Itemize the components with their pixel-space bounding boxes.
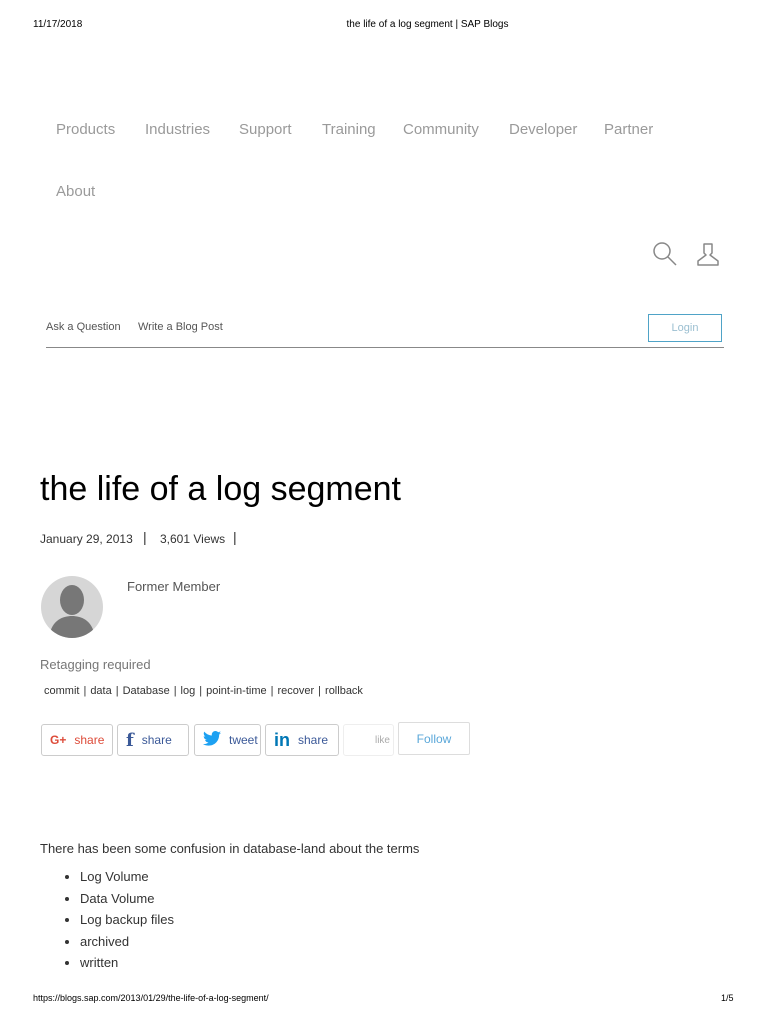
tag-link[interactable]: log [181,685,196,697]
twitter-icon [203,731,221,749]
divider [46,347,724,348]
nav-developer[interactable]: Developer [509,121,577,138]
nav-support[interactable]: Support [239,121,292,138]
tag-list: commit | data | Database | log | point-in-time | r… [44,685,363,697]
login-button[interactable]: Login [648,314,722,342]
nav-community[interactable]: Community [403,121,479,138]
linkedin-icon: in [274,729,290,750]
share-label: share [298,733,329,747]
linkedin-share-button[interactable]: in share [265,724,339,756]
print-title: the life of a log segment | SAP Blogs [346,19,509,30]
list-item: Log Volume [80,866,174,888]
tag-link[interactable]: recover [277,685,314,697]
search-icon[interactable] [651,240,679,268]
share-label: share [141,733,172,747]
tag-link[interactable]: Database [123,685,170,697]
follow-button[interactable]: Follow [398,722,470,755]
meta-separator: | [233,529,237,545]
google-plus-icon: G+ [50,733,67,747]
author-name[interactable]: Former Member [127,579,220,594]
nav-industries[interactable]: Industries [145,121,210,138]
view-count: 3,601 Views [160,532,226,546]
meta-separator: | [143,529,147,545]
user-icon[interactable] [694,240,722,268]
publish-date: January 29, 2013 [40,532,133,546]
write-blog-link[interactable]: Write a Blog Post [138,321,223,333]
like-button[interactable]: like [343,724,394,756]
page-number: 1/5 [721,993,734,1003]
nav-about[interactable]: About [56,183,95,200]
share-label: share [74,733,105,747]
list-item: archived [80,931,174,953]
like-label: like [374,734,390,746]
tweet-label: tweet [229,733,258,747]
tag-link[interactable]: data [90,685,111,697]
list-item: Log backup files [80,909,174,931]
list-item: Data Volume [80,888,174,910]
tag-link[interactable]: point-in-time [206,685,267,697]
print-url: https://blogs.sap.com/2013/01/29/the-lif… [33,993,269,1003]
avatar[interactable] [41,576,103,638]
facebook-share-button[interactable]: f share [117,724,189,756]
facebook-icon: f [126,729,134,751]
tag-link[interactable]: rollback [325,685,363,697]
retag-notice: Retagging required [40,657,151,672]
article-title: the life of a log segment [40,470,402,508]
twitter-share-button[interactable]: tweet [194,724,261,756]
gplus-share-button[interactable]: G+ share [41,724,113,756]
nav-partner[interactable]: Partner [604,121,653,138]
nav-training[interactable]: Training [322,121,376,138]
list-item: written [80,952,174,974]
ask-question-link[interactable]: Ask a Question [46,321,121,333]
intro-paragraph: There has been some confusion in databas… [40,841,420,856]
terms-list: Log Volume Data Volume Log backup files … [40,866,174,974]
tag-link[interactable]: commit [44,685,79,697]
nav-products[interactable]: Products [56,121,115,138]
